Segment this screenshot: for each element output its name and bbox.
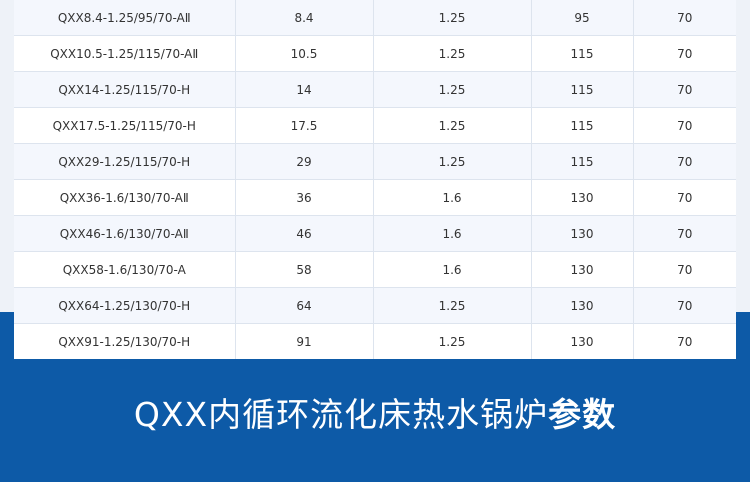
- value-cell: 130: [531, 179, 634, 216]
- value-cell: 8.4: [235, 0, 374, 36]
- value-cell: 70: [633, 287, 736, 324]
- value-cell: 1.6: [373, 215, 532, 252]
- value-cell: 17.5: [235, 107, 374, 144]
- table-row: QXX10.5-1.25/115/70-AⅡ 10.5 1.25 115 70: [14, 35, 736, 72]
- value-cell: 95: [531, 0, 634, 36]
- page-title-emphasis: 参数: [548, 395, 617, 434]
- value-cell: 70: [633, 107, 736, 144]
- value-cell: 130: [531, 251, 634, 288]
- spec-table-body: QXX8.4-1.25/95/70-AⅡ 8.4 1.25 95 70 QXX10.5-1…: [14, 0, 736, 359]
- value-cell: 1.25: [373, 323, 532, 359]
- value-cell: 70: [633, 215, 736, 252]
- value-cell: 70: [633, 323, 736, 359]
- model-cell: QXX8.4-1.25/95/70-AⅡ: [14, 0, 236, 36]
- boiler-spec-table: QXX8.4-1.25/95/70-AⅡ 8.4 1.25 95 70 QXX10.5-1…: [14, 0, 736, 359]
- table-row: QXX64-1.25/130/70-H 64 1.25 130 70: [14, 287, 736, 324]
- model-cell: QXX36-1.6/130/70-AⅡ: [14, 179, 236, 216]
- value-cell: 36: [235, 179, 374, 216]
- page-title: QXX内循环流化床热水锅炉参数: [0, 390, 750, 440]
- value-cell: 1.6: [373, 179, 532, 216]
- value-cell: 70: [633, 0, 736, 36]
- value-cell: 130: [531, 323, 634, 359]
- value-cell: 1.25: [373, 107, 532, 144]
- table-row: QXX58-1.6/130/70-A 58 1.6 130 70: [14, 251, 736, 288]
- value-cell: 1.6: [373, 251, 532, 288]
- model-cell: QXX91-1.25/130/70-H: [14, 323, 236, 359]
- value-cell: 10.5: [235, 35, 374, 72]
- model-cell: QXX10.5-1.25/115/70-AⅡ: [14, 35, 236, 72]
- value-cell: 58: [235, 251, 374, 288]
- value-cell: 1.25: [373, 71, 532, 108]
- table-row: QXX8.4-1.25/95/70-AⅡ 8.4 1.25 95 70: [14, 0, 736, 36]
- value-cell: 1.25: [373, 287, 532, 324]
- table-row: QXX29-1.25/115/70-H 29 1.25 115 70: [14, 143, 736, 180]
- value-cell: 46: [235, 215, 374, 252]
- model-cell: QXX14-1.25/115/70-H: [14, 71, 236, 108]
- value-cell: 70: [633, 143, 736, 180]
- value-cell: 1.25: [373, 35, 532, 72]
- spec-table-card: QXX8.4-1.25/95/70-AⅡ 8.4 1.25 95 70 QXX10.5-1…: [14, 0, 736, 359]
- value-cell: 130: [531, 287, 634, 324]
- table-row: QXX14-1.25/115/70-H 14 1.25 115 70: [14, 71, 736, 108]
- model-cell: QXX17.5-1.25/115/70-H: [14, 107, 236, 144]
- table-row: QXX36-1.6/130/70-AⅡ 36 1.6 130 70: [14, 179, 736, 216]
- value-cell: 29: [235, 143, 374, 180]
- value-cell: 115: [531, 35, 634, 72]
- value-cell: 64: [235, 287, 374, 324]
- table-row: QXX46-1.6/130/70-AⅡ 46 1.6 130 70: [14, 215, 736, 252]
- value-cell: 70: [633, 35, 736, 72]
- value-cell: 70: [633, 251, 736, 288]
- value-cell: 1.25: [373, 143, 532, 180]
- value-cell: 115: [531, 107, 634, 144]
- model-cell: QXX29-1.25/115/70-H: [14, 143, 236, 180]
- model-cell: QXX64-1.25/130/70-H: [14, 287, 236, 324]
- page-title-main: QXX内循环流化床热水锅炉: [133, 395, 549, 434]
- value-cell: 70: [633, 71, 736, 108]
- value-cell: 1.25: [373, 0, 532, 36]
- value-cell: 70: [633, 179, 736, 216]
- table-row: QXX91-1.25/130/70-H 91 1.25 130 70: [14, 323, 736, 359]
- model-cell: QXX58-1.6/130/70-A: [14, 251, 236, 288]
- value-cell: 115: [531, 143, 634, 180]
- value-cell: 115: [531, 71, 634, 108]
- value-cell: 91: [235, 323, 374, 359]
- value-cell: 14: [235, 71, 374, 108]
- model-cell: QXX46-1.6/130/70-AⅡ: [14, 215, 236, 252]
- value-cell: 130: [531, 215, 634, 252]
- table-row: QXX17.5-1.25/115/70-H 17.5 1.25 115 70: [14, 107, 736, 144]
